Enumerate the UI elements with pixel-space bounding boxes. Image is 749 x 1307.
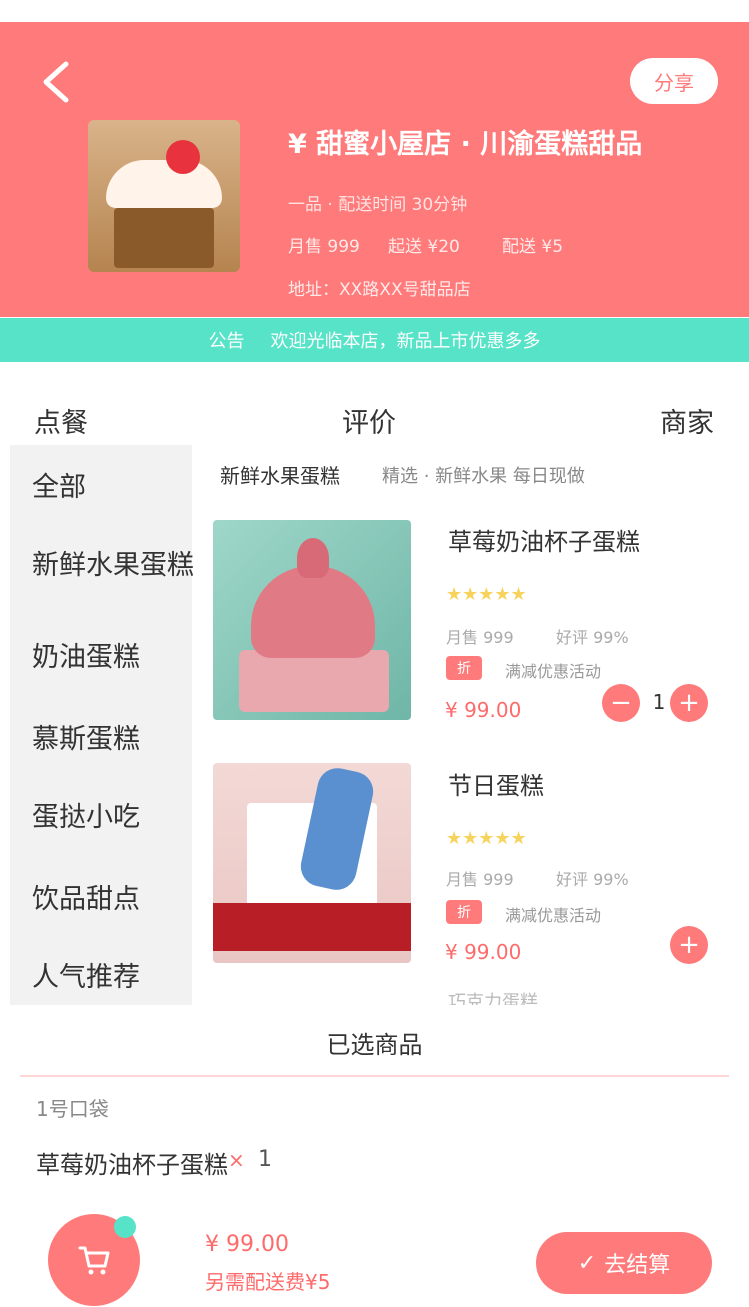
sidebar-item-all[interactable]: 全部 [32,465,86,504]
cart-item-name: 草莓奶油杯子蛋糕 [36,1151,228,1179]
cupcake-base-shape [239,650,389,712]
shop-logo [88,120,240,272]
product-name[interactable]: 草莓奶油杯子蛋糕 [448,522,640,557]
divider [20,1075,729,1077]
chevron-left-icon [43,61,69,103]
cake-shape [114,208,214,268]
sidebar-item-snacks[interactable]: 蛋挞小吃 [32,795,140,834]
notice-text: 欢迎光临本店，新品上市优惠多多 [270,331,541,352]
cart-total: ¥ 99.00 [205,1232,289,1257]
sidebar-item-popular[interactable]: 人气推荐 [32,955,140,994]
cart-count-dot [114,1216,136,1238]
category-title: 新鲜水果蛋糕 [220,464,340,488]
product-rating-stars: ★★★★★ [446,584,527,605]
shop-subtitle: 一品 · 配送时间 30分钟 [288,195,468,215]
cart-item-times: × [228,1148,245,1172]
shop-name: ¥ 甜蜜小屋店 · 川渝蛋糕甜品 [288,129,643,160]
product-rating-stars: ★★★★★ [446,828,527,849]
product-sales: 月售 999 [446,628,514,647]
back-icon[interactable] [32,58,80,106]
delivery-fee: 另需配送费¥5 [205,1270,331,1294]
discount-badge: 折 [446,656,482,680]
cart-item-qty: 1 [258,1147,272,1172]
product-promo: 满减优惠活动 [505,662,602,681]
sidebar-item-fruit-cake[interactable]: 新鲜水果蛋糕 [32,543,194,582]
decrease-button[interactable]: − [602,684,640,722]
cream-shape [106,160,222,208]
shop-stat-min: 起送 ¥20 [388,237,460,257]
cart-section-label: 1号口袋 [36,1097,109,1121]
product-promo: 满减优惠活动 [505,906,602,925]
product-sales: 月售 999 [446,870,514,889]
cupcake-tip-shape [297,538,329,578]
share-button[interactable]: 分享 [630,58,718,104]
notice-label: 公告 [208,331,245,352]
product-praise: 好评 99% [556,628,629,647]
product-name[interactable]: 节日蛋糕 [448,766,544,801]
tab-reviews[interactable]: 评价 [342,401,396,440]
shop-address: 地址：XX路XX号甜品店 [288,280,471,300]
shop-stat-fee: 配送 ¥5 [502,237,564,257]
checkout-button[interactable]: ✓ 去结算 [536,1232,712,1294]
strawberry-shape [166,140,200,174]
tab-bar: 点餐 评价 商家 [0,395,749,445]
tab-merchant[interactable]: 商家 [660,401,714,440]
product-image[interactable] [213,763,411,963]
sidebar-item-drinks[interactable]: 饮品甜点 [32,877,140,916]
product-price: ¥ 99.00 [445,940,522,964]
cart-panel-title: 已选商品 [326,1031,423,1059]
sidebar-item-cream-cake[interactable]: 奶油蛋糕 [32,635,140,674]
product-praise: 好评 99% [556,870,629,889]
product-image[interactable] [213,520,411,720]
product-price: ¥ 99.00 [445,698,522,722]
shop-stat-sales: 月售 999 [288,237,360,257]
cake-band-shape [213,903,411,951]
category-desc: 精选 · 新鲜水果 每日现做 [382,466,585,487]
cupcake-frosting-shape [251,566,375,658]
checkout-label: 去结算 [604,1253,671,1278]
check-icon: ✓ [577,1250,597,1276]
category-sidebar: 全部 新鲜水果蛋糕 奶油蛋糕 慕斯蛋糕 蛋挞小吃 饮品甜点 人气推荐 [10,445,194,1005]
discount-badge: 折 [446,900,482,924]
sidebar-item-mousse[interactable]: 慕斯蛋糕 [32,717,140,756]
increase-button[interactable]: + [670,684,708,722]
notice-bar[interactable]: 公告 欢迎光临本店，新品上市优惠多多 [0,318,749,362]
increase-button[interactable]: + [670,926,708,964]
cart-glyph-icon [78,1246,110,1275]
cart-panel: 已选商品 1号口袋 草莓奶油杯子蛋糕 × 1 [10,1005,739,1200]
tab-order[interactable]: 点餐 [34,401,88,440]
